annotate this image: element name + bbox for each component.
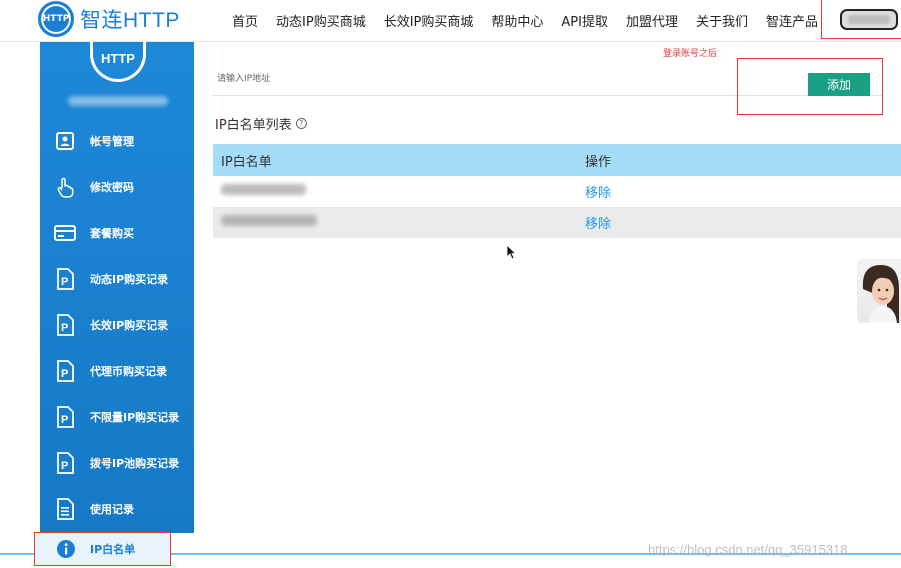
logo-badge: HTTP: [38, 1, 74, 37]
main-nav: 首页 动态IP购买商城 长效IP购买商城 帮助中心 API提取 加盟代理 关于我…: [232, 0, 836, 40]
p-document-icon: P: [54, 268, 76, 290]
sidebar-item-label: 拨号IP池购买记录: [90, 457, 180, 470]
svg-text:P: P: [61, 276, 68, 288]
p-document-icon: P: [54, 360, 76, 382]
sidebar-item-label: 不限量IP购买记录: [90, 411, 180, 424]
credit-card-icon: [54, 222, 76, 244]
column-header-ip: IP白名单: [221, 154, 272, 170]
sidebar-item-unlimited-ip-records[interactable]: P 不限量IP购买记录: [40, 394, 194, 440]
sidebar: HTTP 帐号管理 修改密码 套餐购买 P 动态IP购买记录 P 长效IP购买记…: [40, 38, 194, 533]
nav-about-us[interactable]: 关于我们: [696, 11, 748, 30]
sidebar-item-label: 修改密码: [90, 181, 134, 194]
p-document-icon: P: [54, 314, 76, 336]
nav-products[interactable]: 智连产品: [766, 11, 818, 30]
svg-text:P: P: [61, 460, 68, 472]
remove-link[interactable]: 移除: [585, 213, 611, 232]
nav-api-extract[interactable]: API提取: [561, 11, 608, 30]
nav-home[interactable]: 首页: [232, 11, 258, 30]
remove-link[interactable]: 移除: [585, 182, 611, 201]
document-lines-icon: [54, 498, 76, 520]
whitelist-title: IP白名单列表 ?: [215, 114, 307, 133]
add-button[interactable]: 添加: [808, 73, 870, 96]
ip-cell-blurred: [213, 184, 585, 199]
sidebar-item-label: 动态IP购买记录: [90, 273, 169, 286]
sidebar-item-label: 代理币购买记录: [90, 365, 167, 378]
hand-pointer-icon: [54, 176, 76, 198]
p-document-icon: P: [54, 452, 76, 474]
sidebar-item-package-purchase[interactable]: 套餐购买: [40, 210, 194, 256]
info-icon: [55, 538, 77, 560]
table-header: IP白名单 操作: [213, 144, 901, 176]
sidebar-item-long-term-ip-records[interactable]: P 长效IP购买记录: [40, 302, 194, 348]
nav-long-term-ip-shop[interactable]: 长效IP购买商城: [384, 11, 474, 30]
mouse-cursor-icon: [506, 244, 516, 260]
nav-dynamic-ip-shop[interactable]: 动态IP购买商城: [276, 11, 366, 30]
sidebar-item-usage-records[interactable]: 使用记录: [40, 486, 194, 532]
sidebar-item-proxy-coin-records[interactable]: P 代理币购买记录: [40, 348, 194, 394]
sidebar-item-label: 使用记录: [90, 503, 134, 516]
help-icon[interactable]: ?: [295, 118, 307, 129]
column-header-action: 操作: [585, 154, 612, 170]
user-card-icon: [54, 130, 76, 152]
svg-text:P: P: [61, 368, 68, 380]
ip-cell-blurred: [213, 215, 585, 230]
whitelist-table: IP白名单 操作 移除 移除: [213, 144, 901, 238]
logo-text: 智连HTTP: [80, 9, 180, 32]
user-highlight-box: [821, 0, 901, 39]
table-row: 移除: [213, 207, 901, 238]
svg-text:P: P: [61, 414, 68, 426]
support-avatar[interactable]: [857, 259, 901, 323]
sidebar-item-dial-ip-pool-records[interactable]: P 拨号IP池购买记录: [40, 440, 194, 486]
svg-text:P: P: [61, 322, 68, 334]
user-account-button[interactable]: [840, 9, 898, 30]
sidebar-item-ip-whitelist[interactable]: IP白名单: [34, 532, 171, 566]
annotation-text: 登录账号之后: [663, 49, 718, 59]
sidebar-logo: HTTP: [90, 38, 146, 82]
site-logo[interactable]: HTTP 智连HTTP: [38, 1, 188, 37]
nav-help-center[interactable]: 帮助中心: [491, 11, 543, 30]
top-header: HTTP 智连HTTP 首页 动态IP购买商城 长效IP购买商城 帮助中心 AP…: [0, 0, 901, 42]
whitelist-title-text: IP白名单列表: [215, 118, 292, 133]
sidebar-item-label: 套餐购买: [90, 227, 134, 240]
sidebar-username-blurred: [68, 96, 168, 106]
sidebar-item-label: 长效IP购买记录: [90, 319, 169, 332]
watermark-text: https://blog.csdn.net/qq_35915318: [648, 542, 848, 557]
sidebar-item-password[interactable]: 修改密码: [40, 164, 194, 210]
sidebar-item-dynamic-ip-records[interactable]: P 动态IP购买记录: [40, 256, 194, 302]
sidebar-item-label: 帐号管理: [90, 135, 134, 148]
nav-agent-join[interactable]: 加盟代理: [626, 11, 678, 30]
p-document-icon: P: [54, 406, 76, 428]
sidebar-item-account[interactable]: 帐号管理: [40, 118, 194, 164]
table-row: 移除: [213, 176, 901, 207]
sidebar-item-label: IP白名单: [90, 543, 136, 556]
